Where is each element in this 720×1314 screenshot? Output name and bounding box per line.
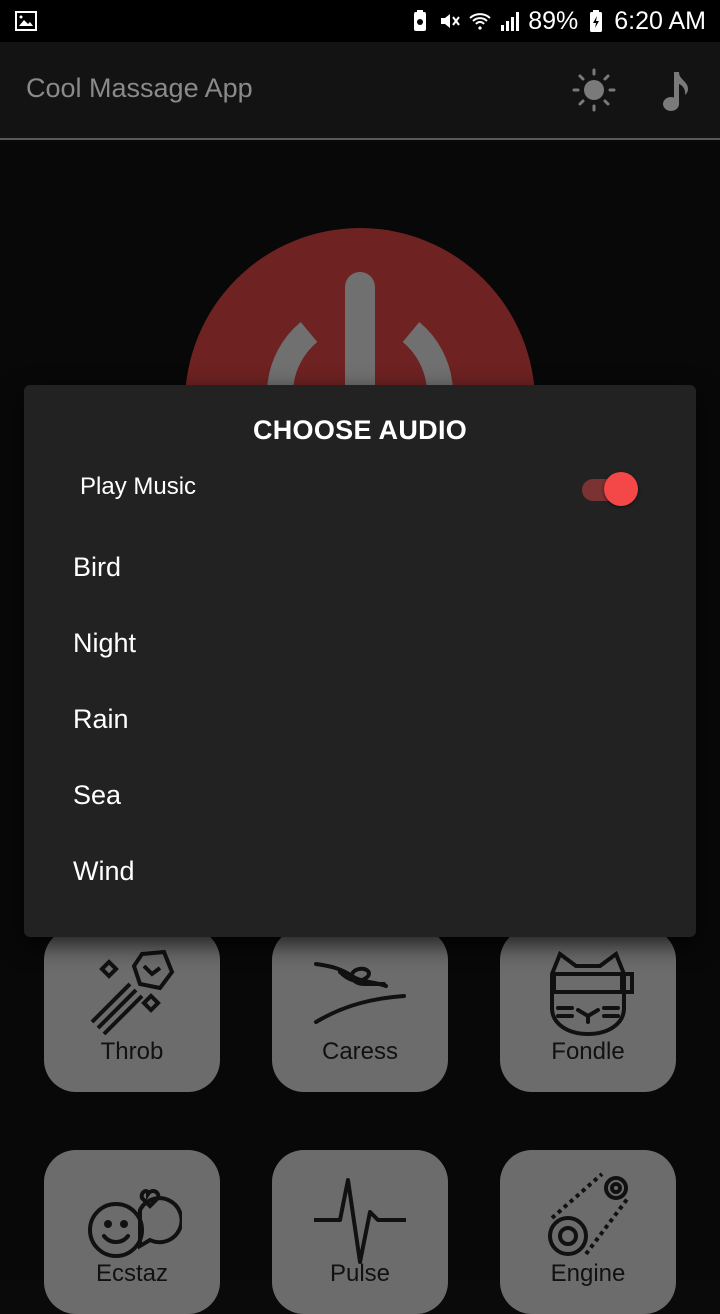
play-music-toggle[interactable] [580,471,640,507]
toggle-knob [604,472,638,506]
audio-options-list: Bird Night Rain Sea Wind [24,529,696,909]
audio-option-night[interactable]: Night [24,605,696,681]
play-music-row[interactable]: Play Music [80,471,640,511]
audio-option-rain[interactable]: Rain [24,681,696,757]
audio-option-wind[interactable]: Wind [24,833,696,909]
play-music-label: Play Music [80,473,197,500]
choose-audio-dialog: CHOOSE AUDIO Play Music Bird Night Rain … [24,385,696,937]
audio-option-sea[interactable]: Sea [24,757,696,833]
dialog-title: CHOOSE AUDIO [252,415,468,445]
audio-option-bird[interactable]: Bird [24,529,696,605]
